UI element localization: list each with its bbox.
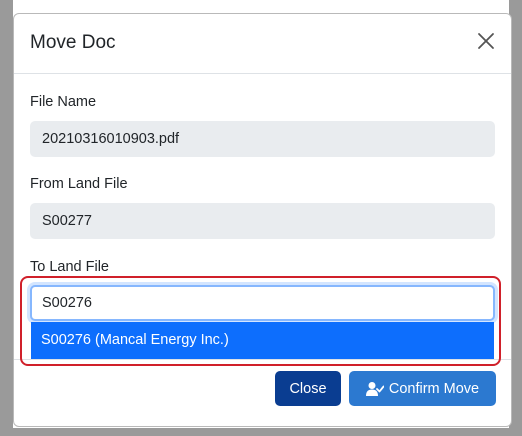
move-doc-modal: Move Doc File Name 20210316010903.pdf Fr… <box>13 13 512 427</box>
confirm-move-label: Confirm Move <box>388 380 480 397</box>
file-name-label: File Name <box>30 94 97 110</box>
from-land-file-label: From Land File <box>30 176 128 192</box>
modal-title: Move Doc <box>30 32 116 53</box>
overlay-left <box>0 0 13 436</box>
modal-footer-divider <box>14 359 511 360</box>
close-icon[interactable] <box>475 30 497 52</box>
confirm-move-button[interactable]: Confirm Move <box>349 371 496 406</box>
modal-header: Move Doc <box>14 14 511 74</box>
overlay-bottom <box>0 428 522 436</box>
to-land-file-input[interactable] <box>30 285 495 321</box>
file-name-field: 20210316010903.pdf <box>30 121 495 157</box>
user-check-icon <box>365 381 385 397</box>
to-land-file-label: To Land File <box>30 259 109 275</box>
autocomplete-option[interactable]: S00276 (Mancal Energy Inc.) <box>31 322 494 359</box>
close-button-label: Close <box>289 380 327 397</box>
close-button[interactable]: Close <box>275 371 341 406</box>
from-land-file-field: S00277 <box>30 203 495 239</box>
